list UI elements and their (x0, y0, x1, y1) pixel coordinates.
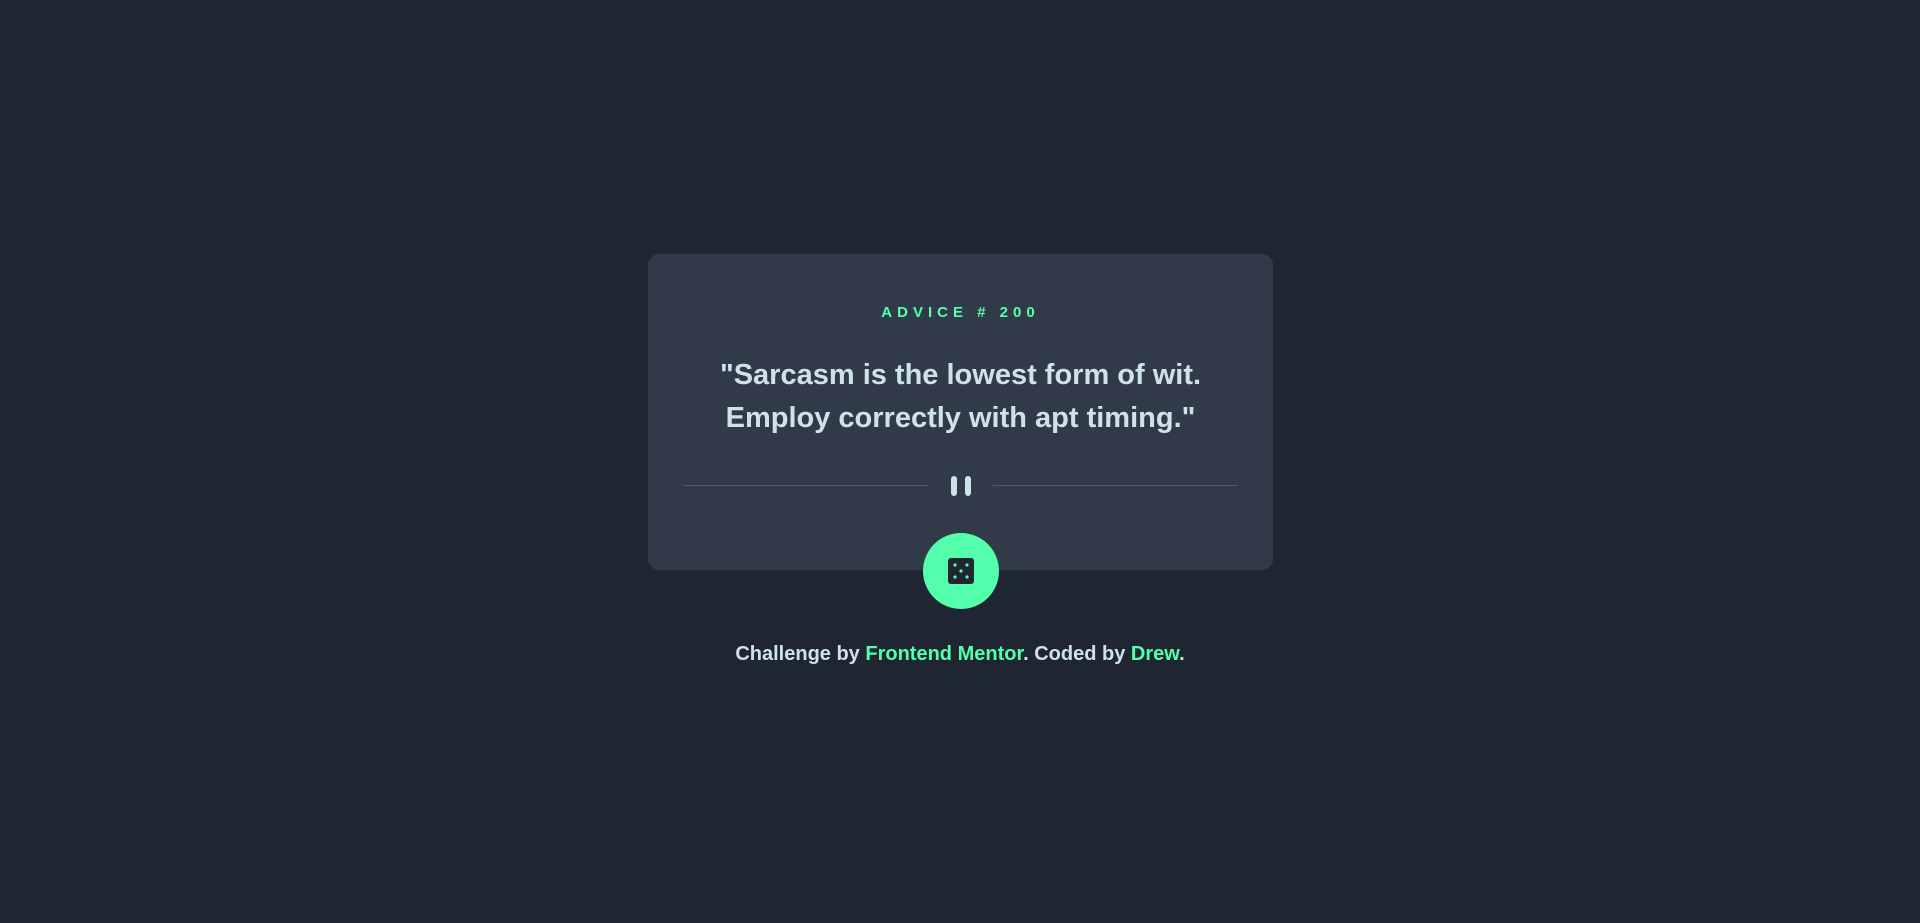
pause-icon (947, 476, 975, 496)
pattern-divider (683, 474, 1238, 498)
page: ADVICE # 200 "Sarcasm is the lowest form… (0, 0, 1920, 923)
advice-card: ADVICE # 200 "Sarcasm is the lowest form… (648, 254, 1273, 570)
frontend-mentor-link[interactable]: Frontend Mentor (865, 643, 1023, 665)
divider-line-right (993, 485, 1238, 486)
attribution-prefix: Challenge by (735, 643, 866, 665)
pause-bar (951, 476, 957, 496)
advice-quote-line: Employ correctly with apt timing." (725, 402, 1196, 434)
advice-quote-line: "Sarcasm is the lowest form of wit. (719, 359, 1202, 391)
pause-bar (965, 476, 971, 496)
advice-quote: "Sarcasm is the lowest form of wit. Empl… (688, 354, 1233, 440)
advice-number: ADVICE # 200 (881, 304, 1040, 321)
attribution-suffix: . (1179, 643, 1185, 665)
attribution: Challenge by Frontend Mentor. Coded by D… (0, 643, 1920, 666)
attribution-middle: . Coded by (1023, 643, 1131, 665)
dice-icon (948, 558, 974, 584)
author-link[interactable]: Drew (1131, 643, 1179, 665)
new-advice-button[interactable] (923, 533, 999, 609)
divider-line-left (683, 485, 928, 486)
